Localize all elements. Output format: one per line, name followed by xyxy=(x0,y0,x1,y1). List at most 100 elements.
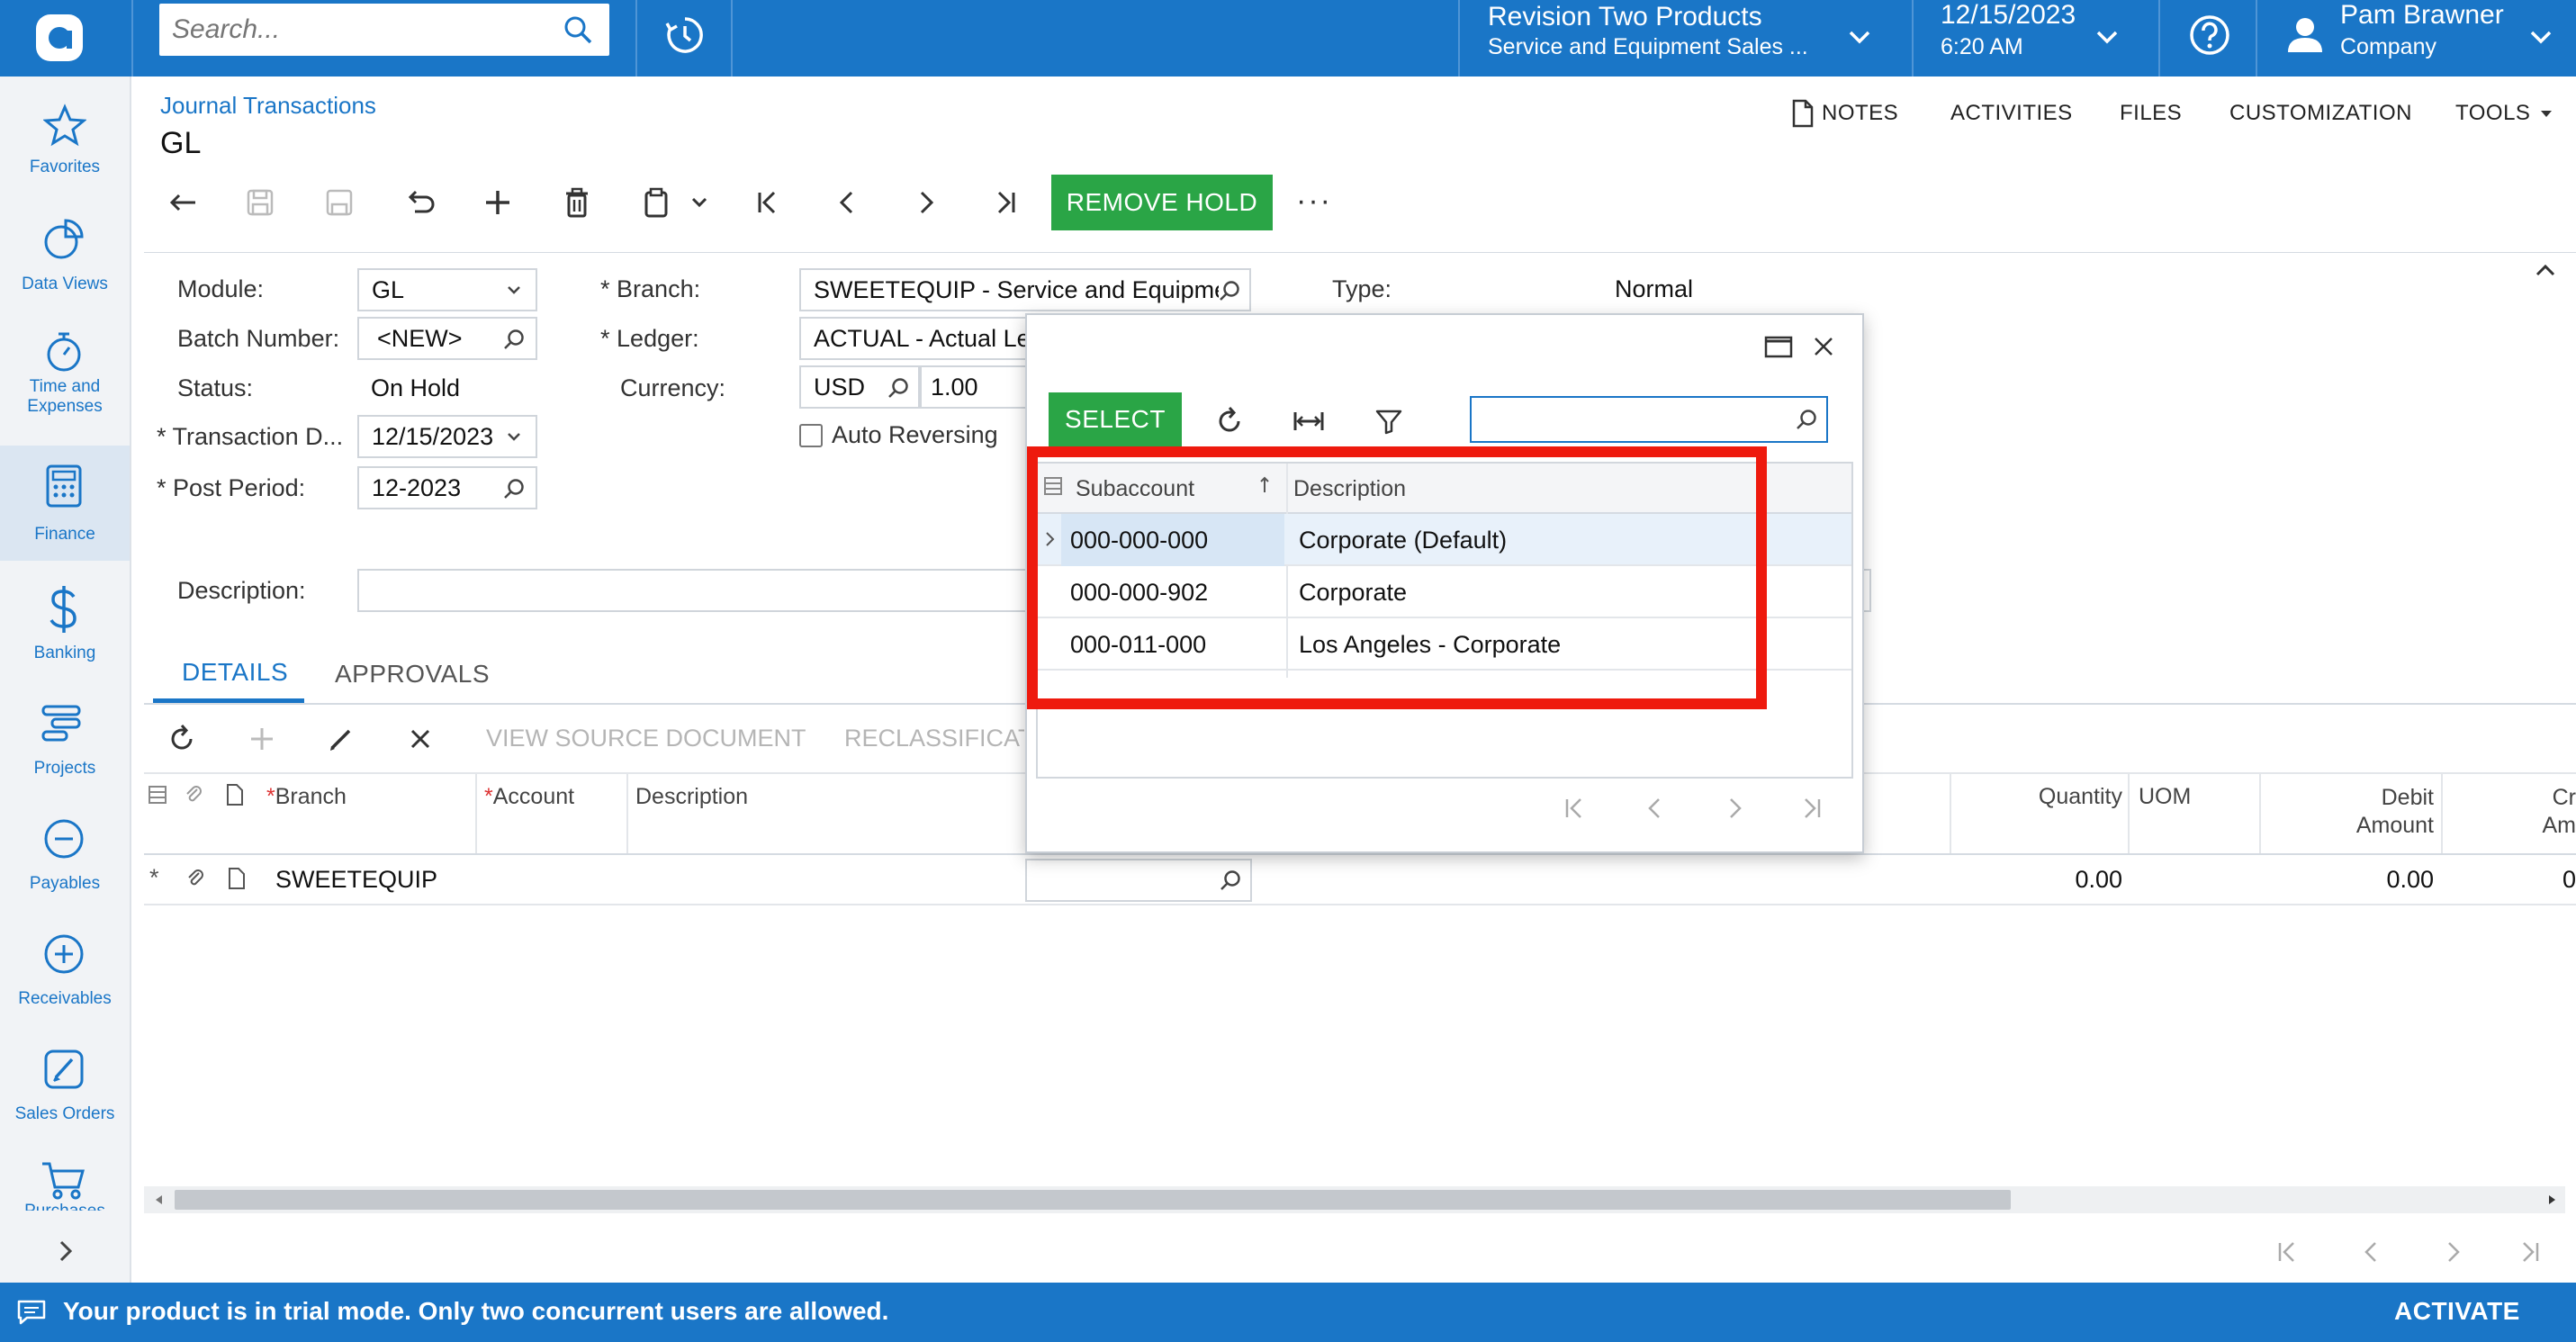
history-icon[interactable] xyxy=(662,13,707,58)
next-record-icon[interactable] xyxy=(904,180,949,225)
add-icon[interactable] xyxy=(475,180,520,225)
grid-settings-icon[interactable] xyxy=(148,785,167,805)
refresh-icon[interactable] xyxy=(1214,405,1247,437)
sidebar-item-payables[interactable]: Payables xyxy=(0,802,130,912)
fit-columns-icon[interactable] xyxy=(1292,405,1326,437)
checkbox[interactable] xyxy=(799,423,823,447)
column-header-uom[interactable]: UOM xyxy=(2139,784,2191,810)
column-header-account[interactable]: *Account xyxy=(484,784,574,810)
notes-link[interactable]: NOTES xyxy=(1791,99,1898,128)
chevron-down-icon[interactable] xyxy=(677,180,722,225)
sidebar-item-finance[interactable]: Finance xyxy=(0,446,130,561)
popup-previous-page-icon[interactable] xyxy=(1639,792,1671,824)
row-branch-value[interactable]: SWEETEQUIP xyxy=(275,866,437,894)
last-record-icon[interactable] xyxy=(983,180,1028,225)
table-row[interactable] xyxy=(144,855,2576,905)
attachment-icon[interactable] xyxy=(185,867,205,890)
app-logo[interactable] xyxy=(34,13,85,63)
user-menu[interactable]: Pam Brawner Company xyxy=(2257,0,2576,77)
column-header-description[interactable]: Description xyxy=(635,784,748,810)
currency-field[interactable]: USD xyxy=(799,365,920,409)
tab-details[interactable]: DETAILS xyxy=(182,658,288,687)
sidebar-item-projects[interactable]: Projects xyxy=(0,687,130,797)
close-icon[interactable] xyxy=(1810,333,1837,360)
select-button[interactable]: SELECT xyxy=(1049,392,1182,446)
activities-link[interactable]: ACTIVITIES xyxy=(1950,101,2073,126)
column-header-branch[interactable]: *Branch xyxy=(266,784,347,810)
edit-row-icon[interactable] xyxy=(319,716,364,761)
save-icon[interactable] xyxy=(317,180,362,225)
auto-reversing-checkbox[interactable]: Auto Reversing xyxy=(799,421,998,449)
reclassify-button[interactable]: RECLASSIFICAT xyxy=(844,725,1024,752)
delete-row-icon[interactable] xyxy=(398,716,443,761)
breadcrumb[interactable]: Journal Transactions xyxy=(160,92,376,120)
company-selector[interactable]: Revision Two Products Service and Equipm… xyxy=(1459,0,1912,77)
remove-hold-button[interactable]: REMOVE HOLD xyxy=(1051,175,1273,230)
batch-number-field[interactable]: <NEW> xyxy=(357,317,537,360)
sidebar-item-purchases[interactable]: Purchases xyxy=(0,1148,130,1211)
search-icon[interactable] xyxy=(503,328,527,351)
chevron-down-icon[interactable] xyxy=(505,428,523,446)
transaction-date-field[interactable]: 12/15/2023 xyxy=(357,415,537,458)
row-quantity-value[interactable]: 0.00 xyxy=(1980,866,2122,894)
filter-icon[interactable] xyxy=(1373,405,1405,437)
row-debit-value[interactable]: 0.00 xyxy=(2268,866,2434,894)
lookup-search-input[interactable] xyxy=(1470,396,1828,443)
sidebar-item-time-and-expenses[interactable]: Time and Expenses xyxy=(0,318,130,428)
tab-approvals[interactable]: APPROVALS xyxy=(335,660,490,689)
column-header-quantity[interactable]: Quantity xyxy=(1980,784,2122,810)
grid-last-page-icon[interactable] xyxy=(2508,1229,2553,1274)
search-icon[interactable] xyxy=(503,477,527,500)
files-link[interactable]: FILES xyxy=(2120,101,2182,126)
search-input[interactable] xyxy=(159,4,537,56)
search-icon[interactable] xyxy=(1796,408,1819,431)
search-icon[interactable] xyxy=(1219,279,1242,302)
date-selector[interactable]: 12/15/2023 6:20 AM xyxy=(1914,0,2157,77)
collapse-icon[interactable] xyxy=(2533,261,2558,279)
row-subaccount-editor[interactable] xyxy=(1025,859,1252,902)
search-icon[interactable] xyxy=(563,14,593,45)
popup-next-page-icon[interactable] xyxy=(1718,792,1751,824)
search-icon[interactable] xyxy=(1220,869,1243,892)
previous-record-icon[interactable] xyxy=(824,180,869,225)
sidebar-item-banking[interactable]: Banking xyxy=(0,572,130,681)
sidebar-item-sales-orders[interactable]: Sales Orders xyxy=(0,1032,130,1142)
expand-nav-icon[interactable] xyxy=(52,1238,79,1265)
back-icon[interactable] xyxy=(160,180,205,225)
first-record-icon[interactable] xyxy=(745,180,790,225)
grid-previous-page-icon[interactable] xyxy=(2349,1229,2394,1274)
save-close-icon[interactable] xyxy=(238,180,283,225)
sidebar-item-favorites[interactable]: Favorites xyxy=(0,87,130,197)
delete-icon[interactable] xyxy=(554,180,599,225)
help-icon[interactable] xyxy=(2187,13,2232,58)
undo-icon[interactable] xyxy=(396,180,441,225)
view-source-document-button[interactable]: VIEW SOURCE DOCUMENT xyxy=(486,725,806,752)
popup-last-page-icon[interactable] xyxy=(1796,792,1828,824)
column-header-credit[interactable]: Cr Am xyxy=(2520,784,2576,840)
customization-link[interactable]: CUSTOMIZATION xyxy=(2229,101,2412,126)
column-header-debit[interactable]: Debit Amount xyxy=(2268,784,2434,840)
scroll-left-icon[interactable] xyxy=(153,1193,166,1206)
activate-button[interactable]: ACTIVATE xyxy=(2394,1297,2520,1326)
module-select[interactable]: GL xyxy=(357,268,537,311)
clipboard-icon[interactable] xyxy=(634,180,679,225)
row-credit-value[interactable]: 0 xyxy=(2520,866,2576,894)
search-box[interactable] xyxy=(159,4,609,56)
post-period-field[interactable]: 12-2023 xyxy=(357,466,537,509)
search-icon[interactable] xyxy=(887,376,911,400)
sidebar-item-data-views[interactable]: Data Views xyxy=(0,203,130,312)
refresh-icon[interactable] xyxy=(160,716,205,761)
branch-field[interactable]: SWEETEQUIP - Service and Equipme xyxy=(799,268,1251,311)
grid-next-page-icon[interactable] xyxy=(2430,1229,2475,1274)
tools-menu[interactable]: TOOLS xyxy=(2455,101,2553,126)
horizontal-scrollbar[interactable] xyxy=(144,1186,2565,1213)
sidebar-item-receivables[interactable]: Receivables xyxy=(0,917,130,1027)
scrollbar-thumb[interactable] xyxy=(175,1190,2011,1210)
popup-first-page-icon[interactable] xyxy=(1558,792,1590,824)
add-row-icon[interactable] xyxy=(239,716,284,761)
scroll-right-icon[interactable] xyxy=(2545,1193,2558,1206)
more-actions-icon[interactable]: ··· xyxy=(1296,184,1332,219)
note-icon[interactable] xyxy=(227,867,247,890)
maximize-icon[interactable] xyxy=(1763,333,1794,360)
grid-first-page-icon[interactable] xyxy=(2265,1229,2310,1274)
